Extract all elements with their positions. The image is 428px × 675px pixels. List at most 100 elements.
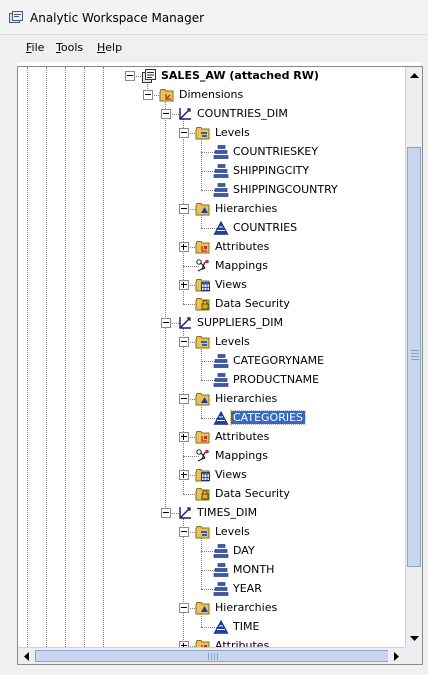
tree-node-countrieskey[interactable]: COUNTRIESKEY (18, 143, 405, 161)
arrow-right-icon (394, 652, 399, 661)
grip-icon (411, 350, 419, 360)
scroll-right-button[interactable] (388, 648, 405, 664)
level-icon (213, 183, 229, 197)
tree-node-day[interactable]: DAY (18, 542, 405, 560)
hierarchy-icon (213, 619, 229, 634)
tree-node-levels[interactable]: Levels (18, 124, 405, 142)
tree-node-sales-aw-attached-rw[interactable]: SALES_AW (attached RW) (18, 67, 405, 85)
tree-node-label: Data Security (215, 297, 290, 310)
collapse-icon[interactable] (125, 71, 135, 81)
levels-folder-icon (195, 526, 210, 539)
navigator-tree[interactable]: SALES_AW (attached RW) Dimensions COUNTRIE… (18, 67, 405, 647)
hierarchies-folder-icon (195, 203, 210, 216)
tree-node-label: DAY (233, 544, 255, 557)
tree-node-hierarchies[interactable]: Hierarchies (18, 390, 405, 408)
collapse-icon[interactable] (143, 90, 153, 100)
tree-node-attributes[interactable]: Attributes (18, 238, 405, 256)
collapse-icon[interactable] (161, 318, 171, 328)
data-security-icon (195, 298, 210, 311)
tree-node-time[interactable]: TIME (18, 618, 405, 636)
tree-node-mappings[interactable]: Mappings (18, 447, 405, 465)
arrow-left-icon (24, 652, 29, 661)
expand-icon[interactable] (179, 470, 189, 480)
attributes-folder-icon (195, 241, 210, 254)
tree-node-attributes[interactable]: Attributes (18, 637, 405, 647)
tree-node-shippingcountry[interactable]: SHIPPINGCOUNTRY (18, 181, 405, 199)
horizontal-scrollbar[interactable] (18, 647, 405, 664)
collapse-icon[interactable] (179, 204, 189, 214)
collapse-icon[interactable] (179, 603, 189, 613)
tree-node-label: Mappings (215, 259, 268, 272)
tree-node-views[interactable]: Views (18, 276, 405, 294)
menu-help[interactable]: Help (97, 41, 122, 54)
collapse-icon[interactable] (179, 128, 189, 138)
tree-node-label: TIMES_DIM (197, 506, 258, 519)
hierarchies-folder-icon (195, 393, 210, 406)
tree-node-year[interactable]: YEAR (18, 580, 405, 598)
tree-node-shippingcity[interactable]: SHIPPINGCITY (18, 162, 405, 180)
horizontal-scroll-thumb[interactable] (35, 650, 390, 662)
collapse-icon[interactable] (161, 109, 171, 119)
tree-node-views[interactable]: Views (18, 466, 405, 484)
data-security-icon (195, 488, 210, 501)
tree-node-categoryname[interactable]: CATEGORYNAME (18, 352, 405, 370)
workspace-icon (142, 69, 156, 83)
menu-bar: File Tools Help (0, 35, 428, 62)
tree-node-attributes[interactable]: Attributes (18, 428, 405, 446)
tree-node-data-security[interactable]: Data Security (18, 295, 405, 313)
tree-node-label: Attributes (215, 639, 270, 647)
tree-node-mappings[interactable]: Mappings (18, 257, 405, 275)
expand-icon[interactable] (179, 242, 189, 252)
dimension-icon (179, 507, 191, 519)
level-icon (213, 354, 229, 368)
window-title: Analytic Workspace Manager (30, 11, 205, 25)
level-icon (213, 373, 229, 387)
tree-node-label: Dimensions (179, 88, 244, 101)
vertical-scrollbar[interactable] (405, 67, 422, 647)
collapse-icon[interactable] (161, 508, 171, 518)
grip-icon (208, 653, 218, 660)
tree-node-countries-dim[interactable]: COUNTRIES_DIM (18, 105, 405, 123)
arrow-up-icon (410, 73, 419, 78)
dimension-icon (179, 317, 191, 329)
tree-node-label: Views (215, 468, 247, 481)
menu-file[interactable]: File (26, 41, 44, 54)
tree-node-hierarchies[interactable]: Hierarchies (18, 599, 405, 617)
tree-node-month[interactable]: MONTH (18, 561, 405, 579)
expand-icon[interactable] (179, 432, 189, 442)
tree-node-label: YEAR (233, 582, 262, 595)
level-icon (213, 544, 229, 558)
scroll-up-button[interactable] (406, 67, 422, 84)
tree-node-label: Levels (215, 335, 250, 348)
scroll-left-button[interactable] (18, 648, 35, 664)
tree-node-countries[interactable]: COUNTRIES (18, 219, 405, 237)
expand-icon[interactable] (179, 280, 189, 290)
views-folder-icon (195, 279, 210, 292)
tree-node-levels[interactable]: Levels (18, 333, 405, 351)
tree-node-label: MONTH (233, 563, 275, 576)
tree-node-dimensions[interactable]: Dimensions (18, 86, 405, 104)
title-bar: Analytic Workspace Manager (0, 0, 428, 35)
dimension-icon (179, 108, 191, 120)
tree-node-suppliers-dim[interactable]: SUPPLIERS_DIM (18, 314, 405, 332)
tree-node-label: SUPPLIERS_DIM (197, 316, 283, 329)
tree-node-productname[interactable]: PRODUCTNAME (18, 371, 405, 389)
tree-node-data-security[interactable]: Data Security (18, 485, 405, 503)
tree-node-label: Hierarchies (215, 202, 278, 215)
tree-node-label: Views (215, 278, 247, 291)
levels-folder-icon (195, 127, 210, 140)
tree-node-levels[interactable]: Levels (18, 523, 405, 541)
vertical-scroll-thumb[interactable] (407, 147, 421, 567)
collapse-icon[interactable] (179, 394, 189, 404)
tree-node-label: COUNTRIESKEY (233, 145, 319, 158)
tree-node-label: Attributes (215, 430, 270, 443)
collapse-icon[interactable] (179, 527, 189, 537)
views-folder-icon (195, 469, 210, 482)
collapse-icon[interactable] (179, 337, 189, 347)
menu-tools[interactable]: Tools (56, 41, 83, 54)
tree-node-times-dim[interactable]: TIMES_DIM (18, 504, 405, 522)
scroll-down-button[interactable] (406, 630, 422, 647)
tree-node-hierarchies[interactable]: Hierarchies (18, 200, 405, 218)
tree-node-categories[interactable]: CATEGORIES (18, 409, 405, 427)
levels-folder-icon (195, 336, 210, 349)
